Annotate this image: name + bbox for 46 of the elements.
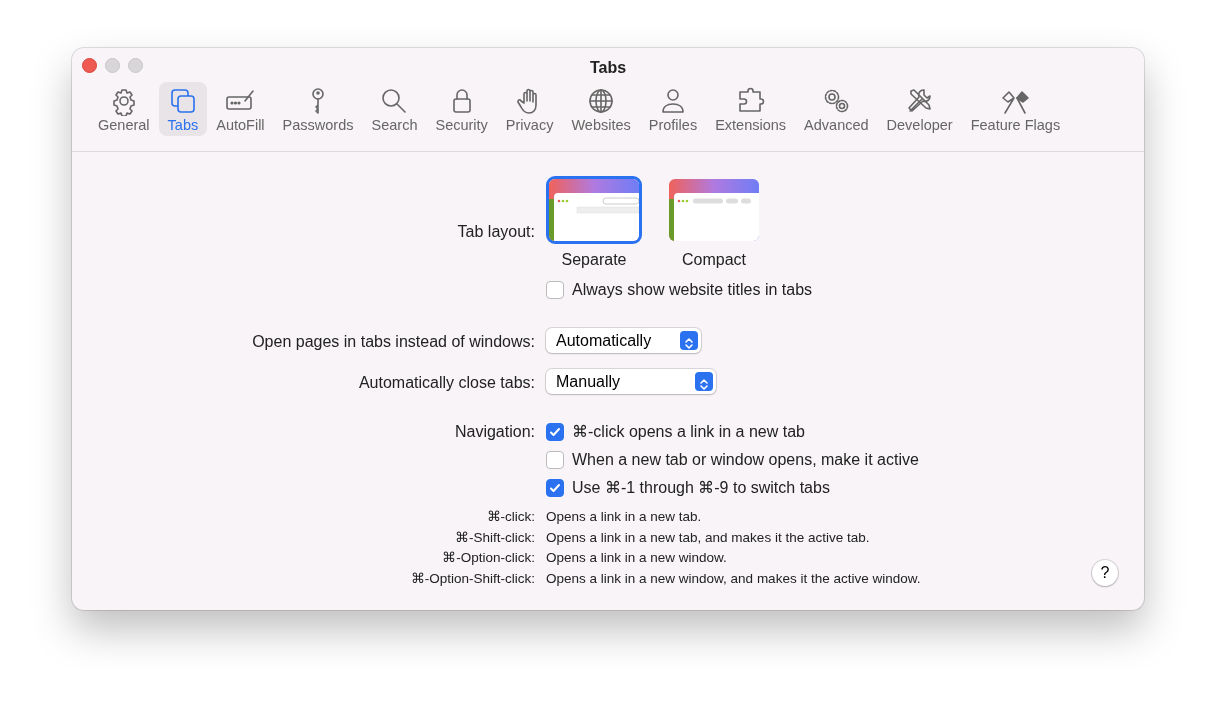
checkbox-label: ⌘-click opens a link in a new tab xyxy=(572,422,805,442)
toolbar-tab[interactable]: Profiles xyxy=(639,82,707,137)
checkbox[interactable] xyxy=(546,423,564,441)
field-label: Open pages in tabs instead of windows: xyxy=(252,333,535,350)
checkbox[interactable] xyxy=(546,479,564,497)
toolbar-tab[interactable]: Advanced xyxy=(795,82,878,137)
toolbar-tab[interactable]: Tabs xyxy=(158,82,208,137)
shortcut-description: Opens a link in a new tab. xyxy=(546,509,702,524)
layout-option-label: Separate xyxy=(561,250,627,270)
layout-thumbnail[interactable] xyxy=(666,176,762,244)
toolbar-tab[interactable]: Privacy xyxy=(496,82,563,137)
checkbox-label: When a new tab or window opens, make it active xyxy=(572,450,919,470)
toolbar-tab[interactable]: General xyxy=(89,82,159,137)
layout-thumbnail[interactable] xyxy=(546,176,642,244)
toolbar-tab[interactable]: Feature Flags xyxy=(961,82,1070,137)
help-button[interactable]: ? xyxy=(1092,560,1118,586)
chevron-icon xyxy=(680,331,698,350)
toolbar-tab[interactable]: Websites xyxy=(562,82,640,137)
shortcut-key: ⌘-Shift-click: xyxy=(455,529,535,545)
field-label: Navigation: xyxy=(454,423,535,440)
checkmark-icon xyxy=(549,426,561,438)
toolbar-tab[interactable]: Search xyxy=(362,82,427,137)
shortcut-key: ⌘-Option-Shift-click: xyxy=(410,570,535,586)
checkmark-icon xyxy=(549,482,561,494)
toolbar-tab[interactable]: Extensions xyxy=(706,82,796,137)
shortcut-description: Opens a link in a new tab, and makes it the active tab. xyxy=(546,529,870,545)
window-title: Tabs xyxy=(589,59,627,76)
close-window-button[interactable] xyxy=(82,58,97,73)
toolbar-tab[interactable]: AutoFill xyxy=(207,82,274,137)
toolbar-tab[interactable]: Passwords xyxy=(273,82,363,137)
shortcut-key: ⌘-click: xyxy=(486,509,535,524)
popup-button[interactable]: Automatically xyxy=(546,328,701,353)
toolbar-tab[interactable]: Security xyxy=(426,82,497,137)
shortcut-description: Opens a link in a new window, and makes it the active window. xyxy=(546,570,921,586)
layout-option-label: Compact xyxy=(682,250,746,270)
checkbox-label: Always show website titles in tabs xyxy=(572,280,813,300)
shortcut-description: Opens a link in a new window. xyxy=(546,550,727,565)
checkbox[interactable] xyxy=(546,281,564,299)
field-label: Tab layout: xyxy=(457,223,535,240)
checkbox-label: Use ⌘-1 through ⌘-9 to switch tabs xyxy=(572,478,830,498)
shortcut-key: ⌘-Option-click: xyxy=(442,550,535,565)
checkbox[interactable] xyxy=(546,451,564,469)
toolbar-tab[interactable]: Developer xyxy=(877,82,962,137)
field-label: Automatically close tabs: xyxy=(358,374,535,391)
popup-button[interactable]: Manually xyxy=(546,369,716,394)
chevron-icon xyxy=(695,372,713,391)
